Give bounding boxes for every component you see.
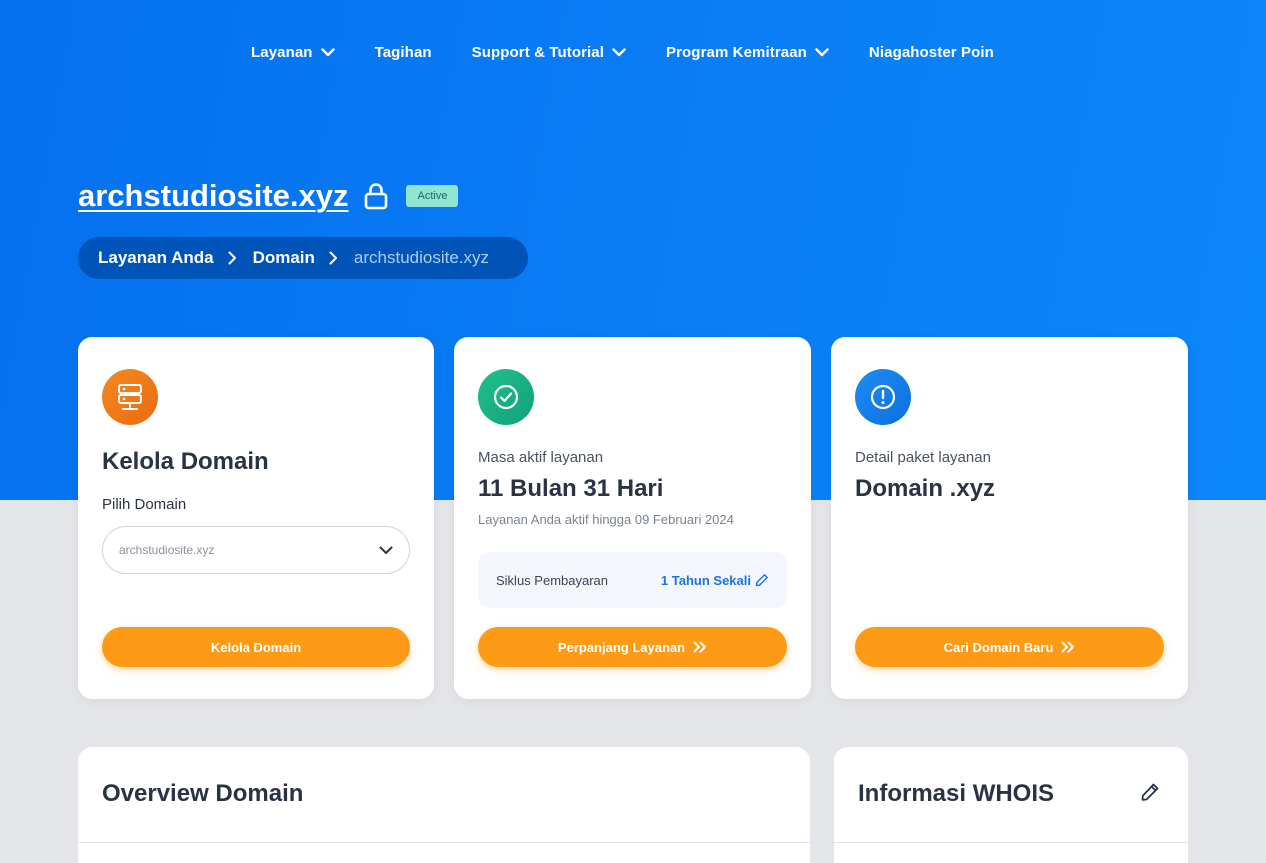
- status-badge: Active: [406, 185, 459, 207]
- chevron-down-icon: [612, 48, 626, 57]
- server-icon: [102, 369, 158, 425]
- search-new-domain-button[interactable]: Cari Domain Baru: [855, 627, 1164, 667]
- lock-icon: [364, 182, 388, 210]
- chevron-down-icon: [320, 48, 335, 57]
- breadcrumb-current: archstudiosite.xyz: [353, 248, 490, 267]
- breadcrumb-layanan-anda[interactable]: Layanan Anda: [98, 248, 214, 268]
- select-domain-label: Pilih Domain: [102, 496, 187, 513]
- pencil-icon[interactable]: [1140, 782, 1160, 802]
- active-period-card: Masa aktif layanan 11 Bulan 31 Hari Laya…: [454, 337, 811, 699]
- billing-cycle-label: Siklus Pembayaran: [496, 572, 608, 588]
- top-nav: Layanan Tagihan Support & Tutorial Progr…: [251, 44, 1034, 61]
- nav-tagihan[interactable]: Tagihan: [375, 44, 432, 61]
- pencil-icon: [755, 574, 768, 587]
- domain-select[interactable]: archstudiosite.xyz: [102, 526, 410, 574]
- check-circle-icon: [478, 369, 534, 425]
- nav-label: Support & Tutorial: [471, 44, 604, 61]
- page-title[interactable]: archstudiosite.xyz: [78, 178, 348, 214]
- renew-service-button[interactable]: Perpanjang Layanan: [478, 627, 787, 667]
- domain-select-value: archstudiosite.xyz: [119, 543, 215, 557]
- card-title: Kelola Domain: [102, 448, 269, 475]
- nav-label: Tagihan: [374, 44, 432, 61]
- package-detail-value: Domain .xyz: [855, 475, 996, 502]
- nav-label: Niagahoster Poin: [868, 44, 994, 61]
- divider: [78, 842, 810, 843]
- double-chevron-right-icon: [1061, 641, 1075, 653]
- nav-label: Program Kemitraan: [666, 44, 807, 61]
- active-until-text: Layanan Anda aktif hingga 09 Februari 20…: [478, 512, 734, 527]
- page-header: archstudiosite.xyz Active: [78, 178, 459, 214]
- nav-program-kemitraan[interactable]: Program Kemitraan: [666, 44, 829, 61]
- chevron-right-icon: [329, 251, 338, 265]
- divider: [834, 842, 1188, 843]
- double-chevron-right-icon: [693, 641, 707, 653]
- active-period-label: Masa aktif layanan: [478, 449, 604, 466]
- alert-circle-icon: [855, 369, 911, 425]
- package-detail-label: Detail paket layanan: [855, 449, 991, 466]
- button-label: Perpanjang Layanan: [557, 639, 686, 655]
- chevron-down-icon: [815, 48, 829, 57]
- nav-niagahoster-poin[interactable]: Niagahoster Poin: [869, 44, 994, 61]
- manage-domain-card: Kelola Domain Pilih Domain archstudiosit…: [78, 337, 434, 699]
- billing-cycle-box: Siklus Pembayaran 1 Tahun Sekali: [478, 552, 787, 608]
- nav-label: Layanan: [251, 44, 313, 61]
- button-label: Cari Domain Baru: [943, 639, 1054, 655]
- panel-title: Informasi WHOIS: [858, 780, 1055, 807]
- breadcrumb-domain[interactable]: Domain: [253, 248, 315, 268]
- breadcrumb: Layanan Anda Domain archstudiosite.xyz: [78, 237, 528, 279]
- chevron-down-icon: [379, 546, 393, 554]
- chevron-right-icon: [228, 251, 237, 265]
- package-detail-card: Detail paket layanan Domain .xyz Cari Do…: [831, 337, 1188, 699]
- active-period-value: 11 Bulan 31 Hari: [478, 475, 664, 502]
- manage-domain-button[interactable]: Kelola Domain: [102, 627, 410, 667]
- billing-cycle-edit[interactable]: 1 Tahun Sekali: [661, 573, 769, 588]
- panel-title: Overview Domain: [102, 780, 304, 807]
- whois-panel: Informasi WHOIS: [834, 747, 1188, 863]
- nav-support-tutorial[interactable]: Support & Tutorial: [472, 44, 626, 61]
- button-label: Kelola Domain: [210, 639, 302, 655]
- nav-layanan[interactable]: Layanan: [251, 44, 335, 61]
- overview-domain-panel: Overview Domain: [78, 747, 810, 863]
- billing-cycle-value: 1 Tahun Sekali: [660, 572, 751, 588]
